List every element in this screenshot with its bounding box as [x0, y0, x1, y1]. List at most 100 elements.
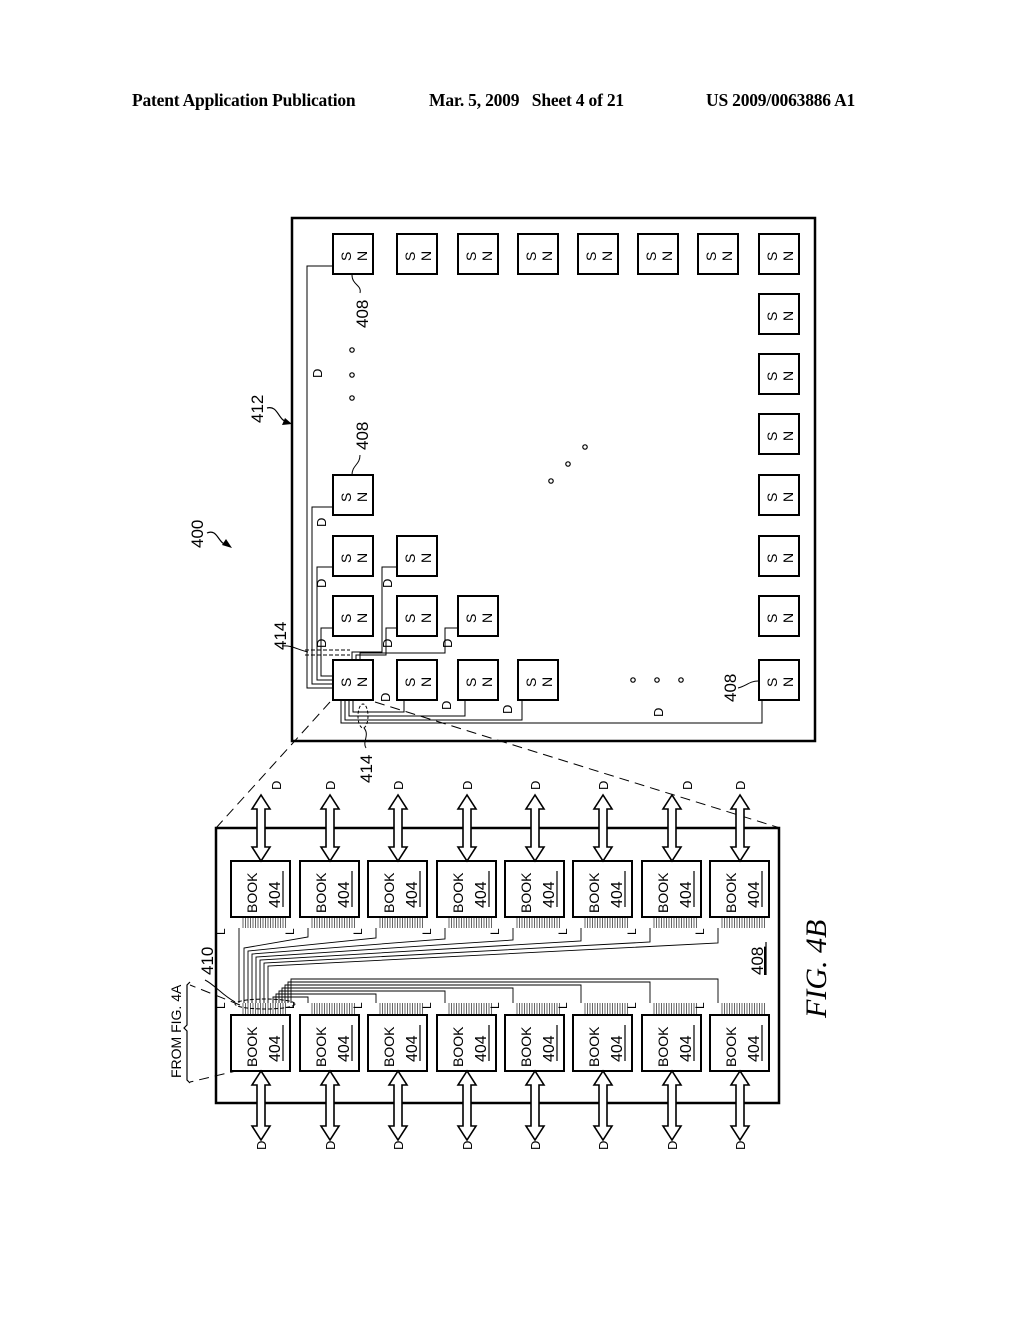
pole-s-label: S — [338, 678, 354, 687]
pole-n-label: N — [479, 613, 495, 623]
external-link-label: D — [460, 781, 475, 790]
book-label: BOOK — [723, 872, 739, 913]
pole-s-label: S — [463, 252, 479, 261]
book-404: BOOK 404 D L — [283, 781, 360, 935]
external-link-label: D — [323, 781, 338, 790]
node-408: SN — [457, 233, 499, 275]
pole-n-label: N — [418, 613, 434, 623]
node-408: SN — [758, 659, 800, 701]
node-408: SN — [577, 233, 619, 275]
link-label-d: D — [439, 701, 454, 710]
book-ref: 404 — [678, 881, 695, 908]
pole-s-label: S — [764, 493, 780, 502]
pole-s-label: S — [463, 678, 479, 687]
pole-s-label: S — [338, 614, 354, 623]
ref-414-leader — [363, 727, 367, 749]
pole-n-label: N — [418, 251, 434, 261]
pole-s-label: S — [764, 312, 780, 321]
ref-400-label: 400 — [188, 520, 207, 548]
ref-412-leader — [266, 407, 288, 423]
link-label-d: D — [380, 639, 395, 648]
from-fig-4a-note: FROM FIG. 4A — [168, 984, 184, 1078]
pole-n-label: N — [780, 371, 796, 381]
bidirectional-arrow-icon — [387, 1069, 409, 1142]
local-link-line — [263, 928, 651, 1003]
book-label: BOOK — [381, 1026, 397, 1067]
pole-s-label: S — [764, 678, 780, 687]
book-ref: 404 — [609, 1035, 626, 1062]
external-link-label: D — [269, 781, 284, 790]
external-link-label: D — [528, 781, 543, 790]
book-label: BOOK — [244, 872, 260, 913]
ref-400: 400 — [188, 520, 232, 548]
external-link-label: D — [391, 1141, 406, 1150]
local-link-label: L — [625, 928, 639, 935]
local-link-label: L — [351, 1002, 365, 1009]
link-label-d: D — [651, 708, 666, 717]
pole-s-label: S — [402, 252, 418, 261]
book-ref: 404 — [267, 881, 284, 908]
book-ref: 404 — [541, 881, 558, 908]
pole-s-label: S — [402, 554, 418, 563]
book-label: BOOK — [381, 872, 397, 913]
link-label-d: D — [500, 705, 515, 714]
book-ref: 404 — [746, 881, 763, 908]
book-ref: 404 — [678, 1035, 695, 1062]
pole-s-label: S — [764, 372, 780, 381]
book-ref: 404 — [473, 881, 490, 908]
local-links — [238, 928, 719, 1003]
figure-caption: FIG. 4B — [800, 920, 833, 1019]
ref-408-leader — [351, 454, 361, 476]
pole-n-label: N — [418, 553, 434, 563]
node-408: SN — [758, 535, 800, 577]
node-ref-408: 408 — [748, 947, 767, 975]
book-404: BOOK 404 D L — [488, 781, 565, 935]
local-link-label: L — [625, 1002, 639, 1009]
book-label: BOOK — [313, 1026, 329, 1067]
node-408: SN — [332, 535, 374, 577]
pole-n-label: N — [354, 677, 370, 687]
node-408: SN — [332, 474, 374, 516]
pole-n-label: N — [539, 251, 555, 261]
external-link-label: D — [733, 1141, 748, 1150]
pole-n-label: N — [354, 492, 370, 502]
local-link-label: L — [214, 1002, 228, 1009]
external-link-label: D — [596, 781, 611, 790]
book-label: BOOK — [450, 872, 466, 913]
book-label: BOOK — [313, 872, 329, 913]
pole-n-label: N — [479, 677, 495, 687]
node-408: SN — [396, 535, 438, 577]
book-404: BOOK 404 D L — [693, 781, 770, 935]
pole-s-label: S — [764, 252, 780, 261]
local-link-label: L — [214, 928, 228, 935]
local-link-label: L — [488, 1002, 502, 1009]
pole-n-label: N — [418, 677, 434, 687]
node-408: SN — [758, 353, 800, 395]
external-link-label: D — [528, 1141, 543, 1150]
local-link-label: L — [283, 928, 297, 935]
external-link-label: D — [680, 781, 695, 790]
node-408: SN — [457, 595, 499, 637]
pole-n-label: N — [780, 251, 796, 261]
node-408: SN — [457, 659, 499, 701]
pole-s-label: S — [338, 252, 354, 261]
node-408: SN — [396, 233, 438, 275]
book-label: BOOK — [655, 1026, 671, 1067]
book-label: BOOK — [450, 1026, 466, 1067]
bidirectional-arrow-icon — [592, 1069, 614, 1142]
link-label-d: D — [440, 639, 455, 648]
book-label: BOOK — [518, 872, 534, 913]
pole-n-label: N — [599, 251, 615, 261]
book-404: BOOK 404 D L — [556, 1002, 633, 1150]
external-link-label: D — [323, 1141, 338, 1150]
node-408: SN — [758, 293, 800, 335]
link-label-d: D — [314, 579, 329, 588]
book-404: BOOK 404 D L — [420, 781, 497, 935]
pole-s-label: S — [764, 614, 780, 623]
node-408: SN — [697, 233, 739, 275]
local-link-label: L — [420, 1002, 434, 1009]
pole-n-label: N — [479, 251, 495, 261]
pole-s-label: S — [764, 432, 780, 441]
book-404: BOOK 404 D L — [351, 781, 428, 935]
node-408: SN — [517, 233, 559, 275]
